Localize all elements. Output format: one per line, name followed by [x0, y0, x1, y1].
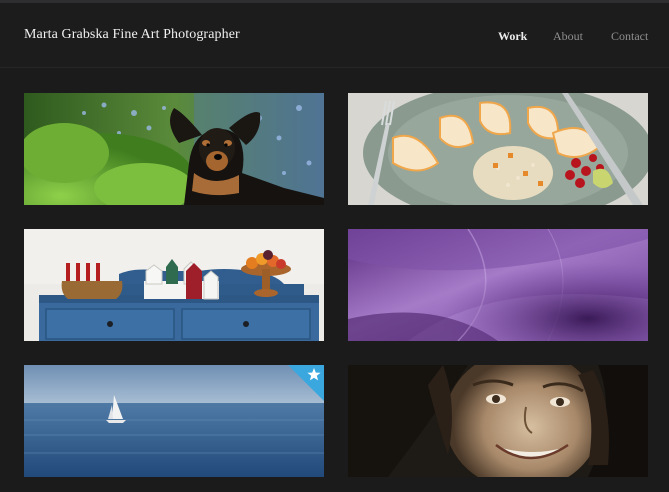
- gallery-tile-dresser[interactable]: [24, 229, 324, 341]
- gallery-tile-sailboat[interactable]: [24, 365, 324, 477]
- plate-photo: [348, 93, 648, 205]
- site-title[interactable]: Marta Grabska Fine Art Photographer: [24, 27, 240, 43]
- portrait-photo: [348, 365, 648, 477]
- sailboat-photo: [24, 365, 324, 477]
- nav-item-work[interactable]: Work: [498, 29, 527, 44]
- gallery-tile-dog[interactable]: [24, 93, 324, 205]
- nav-item-about[interactable]: About: [553, 29, 583, 44]
- dog-photo: [24, 93, 324, 205]
- featured-badge: [288, 365, 324, 401]
- dresser-photo: [24, 229, 324, 341]
- site-header: Marta Grabska Fine Art Photographer Work…: [0, 3, 669, 68]
- gallery-tile-portrait[interactable]: [348, 365, 648, 477]
- gallery-tile-petal[interactable]: [348, 229, 648, 341]
- gallery-tile-plate[interactable]: [348, 93, 648, 205]
- nav-item-contact[interactable]: Contact: [611, 29, 648, 44]
- petal-photo: [348, 229, 648, 341]
